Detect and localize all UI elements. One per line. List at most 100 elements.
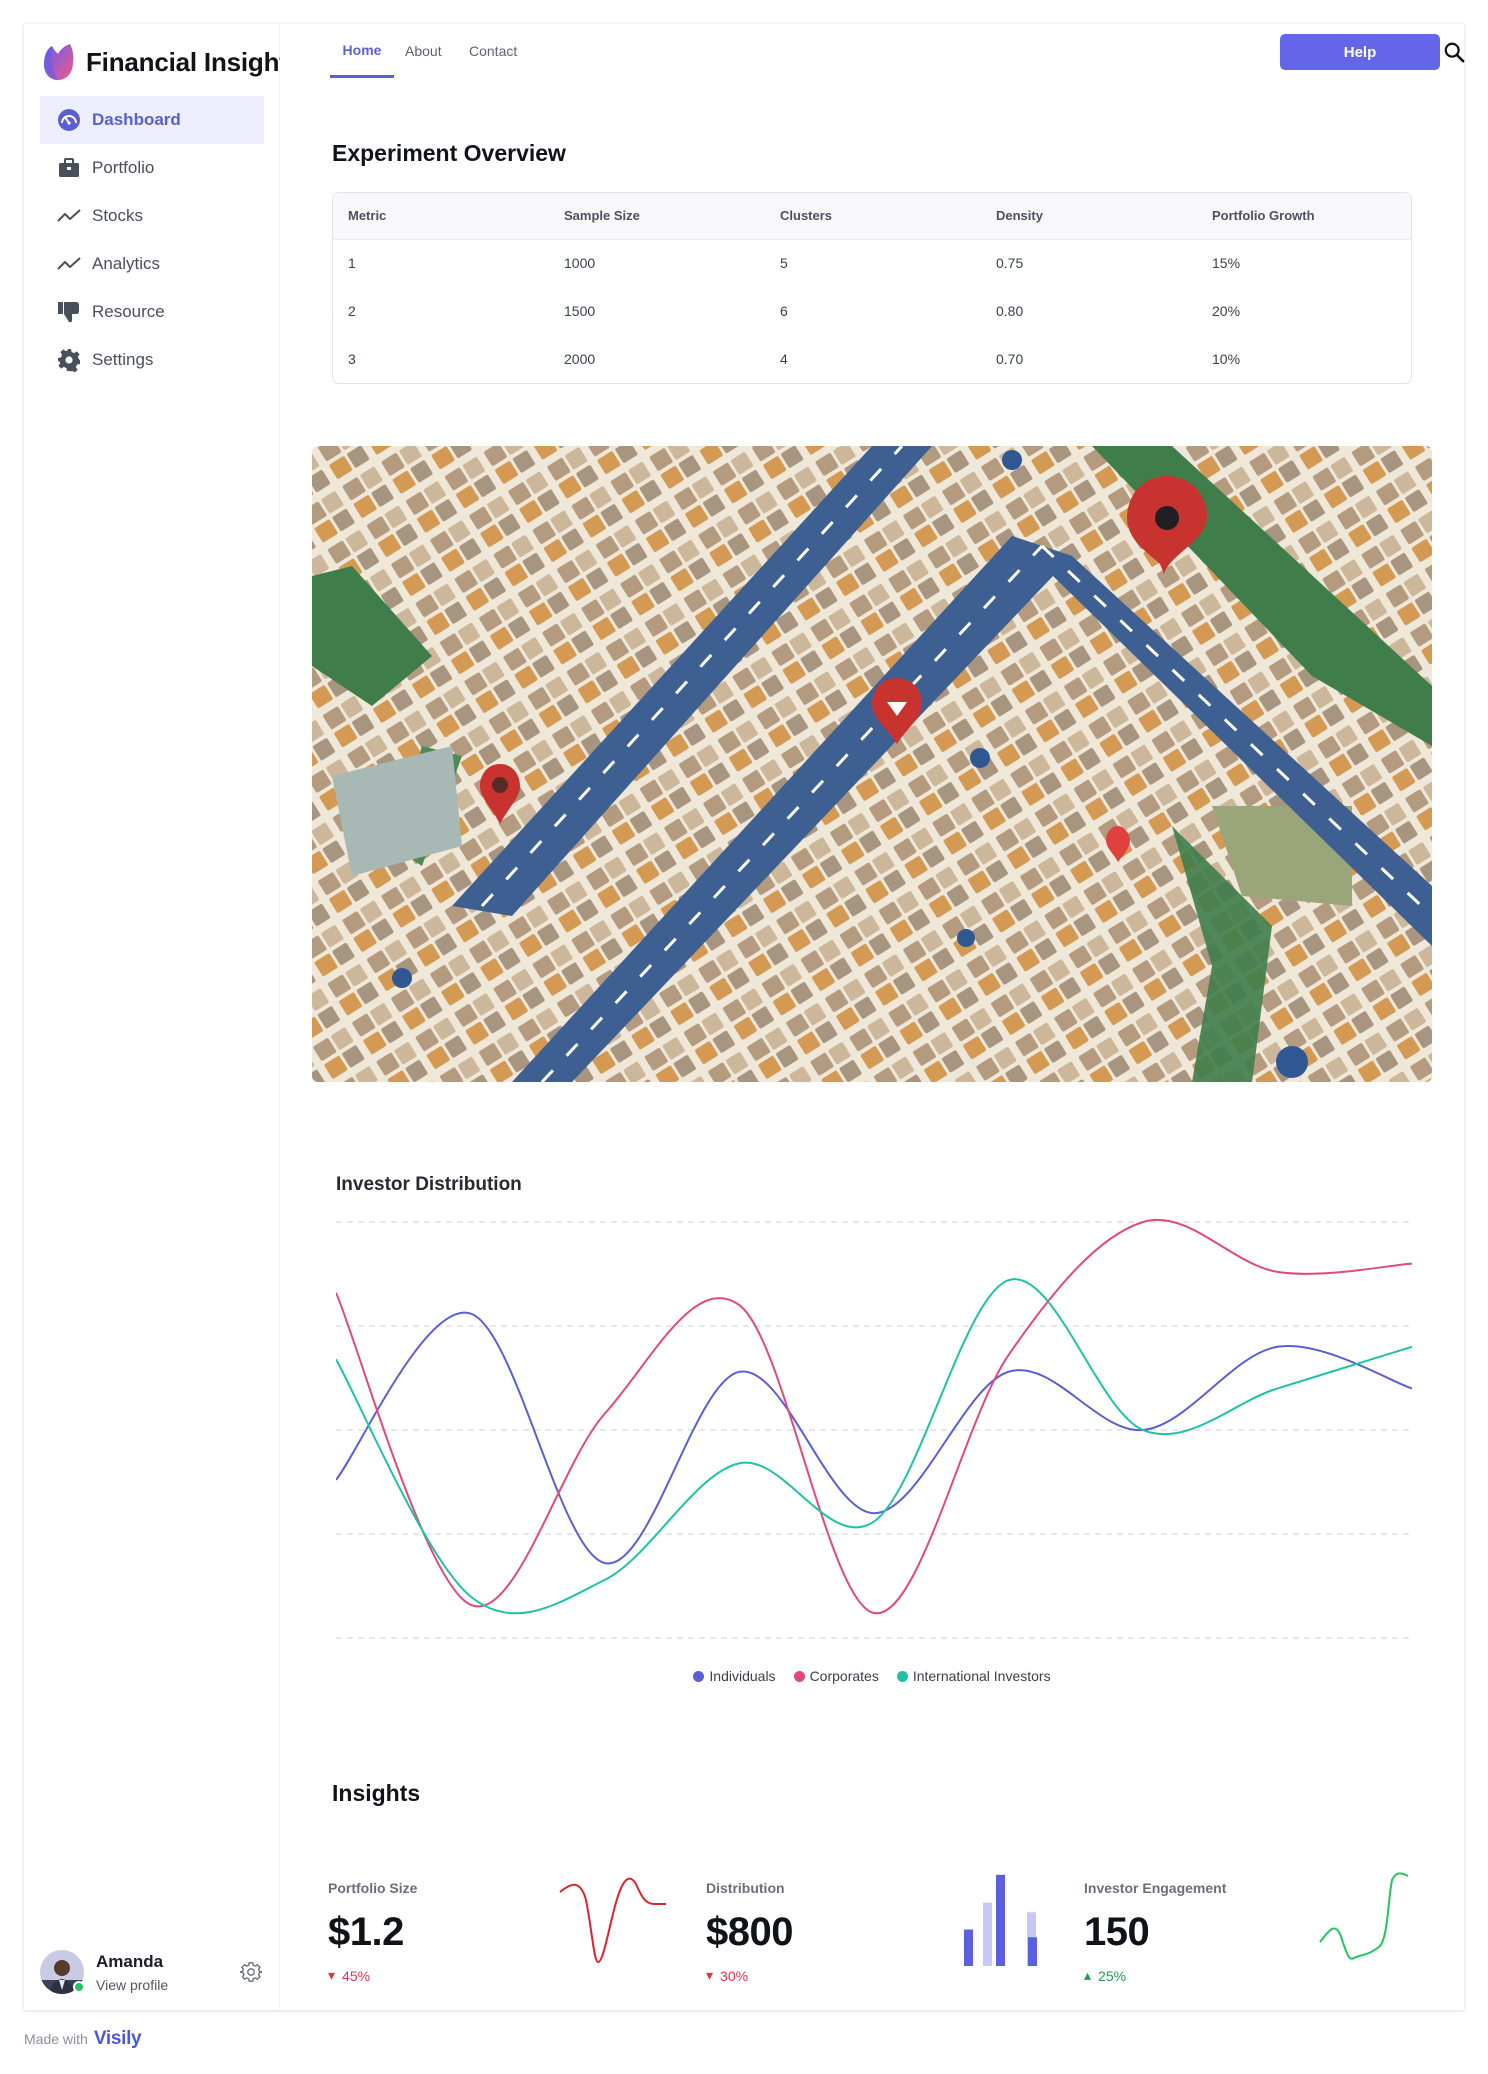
series-line-individuals[interactable]: [336, 1311, 1412, 1565]
legend-label: International Investors: [912, 1668, 1051, 1684]
legend-swatch: [693, 1670, 705, 1682]
app-title: Financial Insights: [86, 46, 280, 77]
trend-line-icon: [56, 203, 82, 229]
investor-distribution-chart: [336, 1219, 1412, 1639]
dashboard-gauge-icon: [56, 107, 82, 133]
user-profile[interactable]: Amanda View profile: [40, 1944, 264, 2000]
sidebar-item-settings[interactable]: Settings: [40, 336, 264, 384]
legend-item-international-investors[interactable]: International Investors: [896, 1668, 1051, 1684]
column-header[interactable]: Sample Size: [549, 193, 765, 240]
distribution-bar: [1028, 1937, 1037, 1966]
map-marker-icon[interactable]: [957, 929, 975, 947]
map-marker-icon[interactable]: [392, 968, 412, 988]
distribution-bar-sparkline: [964, 1874, 1037, 1966]
map-marker-icon[interactable]: [1002, 450, 1022, 470]
sidebar: Financial Insights Dashboard Portfolio S…: [24, 24, 280, 2010]
top-navbar: Home About Contact Help: [280, 24, 1465, 80]
insights-title: Insights: [332, 1780, 421, 1806]
table-cell: 0.70: [996, 351, 1024, 367]
gear-icon: [56, 347, 82, 373]
sidebar-item-analytics[interactable]: Analytics: [40, 240, 264, 288]
chart-lines: [336, 1219, 1412, 1615]
profile-text: Amanda View profile: [96, 1952, 226, 1993]
thumbs-down-icon: [56, 299, 82, 325]
series-line-corporates[interactable]: [336, 1219, 1412, 1615]
table-cell: 1500: [564, 303, 596, 319]
column-header[interactable]: Density: [981, 193, 1197, 240]
column-header[interactable]: Portfolio Growth: [1197, 193, 1411, 240]
chart-title: Investor Distribution: [336, 1174, 522, 1195]
experiment-table: Metric Sample Size Clusters Density Port…: [332, 192, 1412, 384]
table-header-row: Metric Sample Size Clusters Density Port…: [333, 193, 1411, 240]
brand[interactable]: Financial Insights: [40, 40, 280, 84]
view-profile-link[interactable]: View profile: [96, 1977, 226, 1993]
tab-contact[interactable]: Contact: [469, 24, 517, 78]
legend-item-corporates[interactable]: Corporates: [793, 1668, 879, 1684]
table-cell: 2: [348, 303, 356, 319]
legend-swatch: [793, 1670, 805, 1682]
caret-up-icon: ▴: [1084, 1967, 1092, 1983]
city-map-image[interactable]: [312, 446, 1432, 1082]
caret-down-icon: ▾: [706, 1967, 714, 1983]
table-cell: 5: [780, 255, 788, 272]
column-header[interactable]: Metric: [333, 193, 549, 240]
table-cell: 10%: [1212, 351, 1241, 367]
table-row[interactable]: 2 1500 6 0.80 20%: [333, 287, 1411, 335]
brand-logo-icon: [44, 44, 74, 80]
help-button[interactable]: Help: [1280, 34, 1440, 70]
portfolio-size-sparkline: [559, 1877, 666, 1964]
investor-engagement-sparkline: [1319, 1872, 1409, 1960]
experiment-overview-title: Experiment Overview: [332, 140, 566, 166]
sidebar-item-resource[interactable]: Resource: [40, 288, 264, 336]
table-cell: 0.80: [996, 303, 1024, 319]
stat-change: ▾ 30%: [706, 1967, 1046, 1984]
search-icon[interactable]: [1440, 38, 1468, 66]
distribution-bar: [983, 1902, 992, 1966]
legend-label: Corporates: [809, 1668, 879, 1684]
table-cell: 1000: [564, 255, 596, 272]
briefcase-icon: [56, 155, 82, 181]
chart-legend: Individuals Corporates International Inv…: [280, 1668, 1464, 1684]
table-cell: 3: [348, 351, 356, 367]
sidebar-item-dashboard[interactable]: Dashboard: [40, 96, 264, 144]
legend-label: Individuals: [709, 1668, 776, 1684]
chart-grid: [336, 1221, 1412, 1639]
sidebar-item-label: Settings: [92, 350, 154, 369]
stat-change-value: 30%: [720, 1967, 749, 1984]
visily-logo: Visily: [94, 2028, 142, 2050]
column-header[interactable]: Clusters: [765, 193, 981, 240]
tab-home[interactable]: Home: [330, 24, 394, 78]
legend-item-individuals[interactable]: Individuals: [693, 1668, 776, 1684]
sidebar-item-portfolio[interactable]: Portfolio: [40, 144, 264, 192]
made-with-badge[interactable]: Made with Visily: [24, 2028, 142, 2050]
app-window: Financial Insights Dashboard Portfolio S…: [24, 24, 1465, 2010]
table-cell: 1: [348, 255, 356, 272]
visily-logo-text: Visily: [93, 2028, 142, 2049]
table-row[interactable]: 3 2000 4 0.70 10%: [333, 335, 1411, 383]
tab-about[interactable]: About: [405, 24, 442, 78]
sidebar-item-label: Resource: [92, 302, 165, 321]
table-cell: 0.75: [996, 255, 1024, 272]
sidebar-item-label: Stocks: [92, 206, 144, 225]
map-marker-icon[interactable]: [970, 748, 990, 768]
table-cell: 6: [780, 303, 788, 319]
sidebar-item-label: Analytics: [92, 254, 161, 273]
table-cell: 15%: [1212, 255, 1241, 272]
sidebar-item-label: Dashboard: [92, 110, 181, 129]
stat-change-value: 45%: [342, 1967, 371, 1984]
avatar[interactable]: [40, 1950, 85, 1994]
distribution-bar: [996, 1874, 1005, 1966]
series-line-international-investors[interactable]: [336, 1278, 1412, 1615]
table-cell: 20%: [1212, 303, 1241, 319]
city-map-illustration: [312, 446, 1432, 1082]
distribution-bar: [964, 1929, 973, 1966]
sidebar-nav: Dashboard Portfolio Stocks Analytics Res…: [40, 96, 264, 384]
sidebar-item-label: Portfolio: [92, 158, 155, 177]
table-cell: 2000: [564, 351, 596, 367]
stat-change-value: 25%: [1098, 1967, 1127, 1984]
made-with-label: Made with: [24, 2031, 88, 2047]
profile-settings-icon[interactable]: [238, 1959, 264, 1985]
table-row[interactable]: 1 1000 5 0.75 15%: [333, 239, 1411, 287]
sidebar-item-stocks[interactable]: Stocks: [40, 192, 264, 240]
map-marker-icon[interactable]: [1276, 1046, 1308, 1078]
